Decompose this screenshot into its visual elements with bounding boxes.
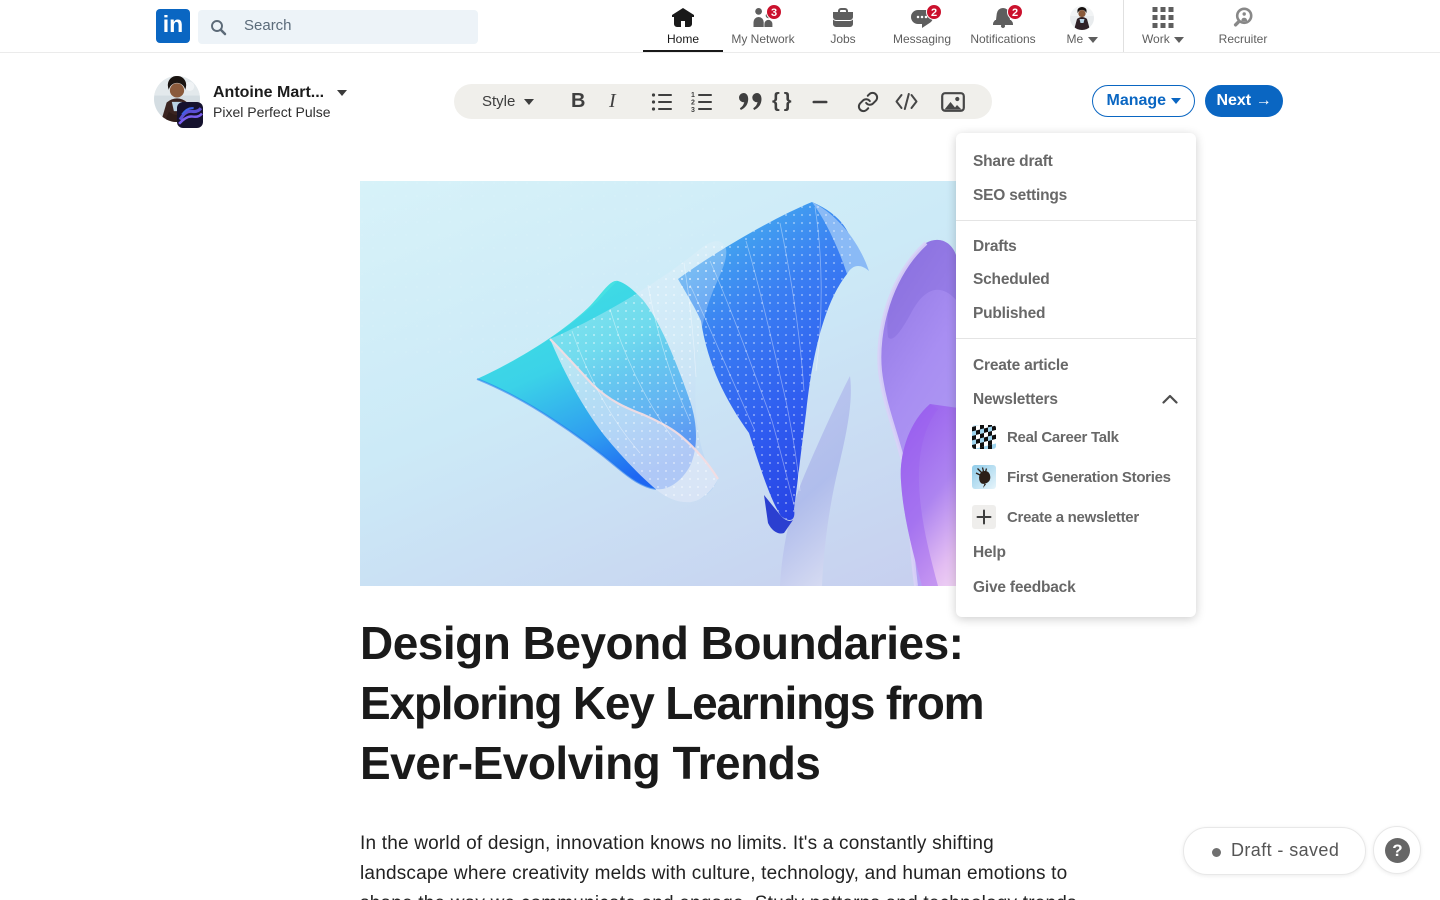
svg-text:2: 2 <box>691 99 695 106</box>
svg-text:1: 1 <box>691 92 695 99</box>
svg-text:3: 3 <box>691 107 695 114</box>
